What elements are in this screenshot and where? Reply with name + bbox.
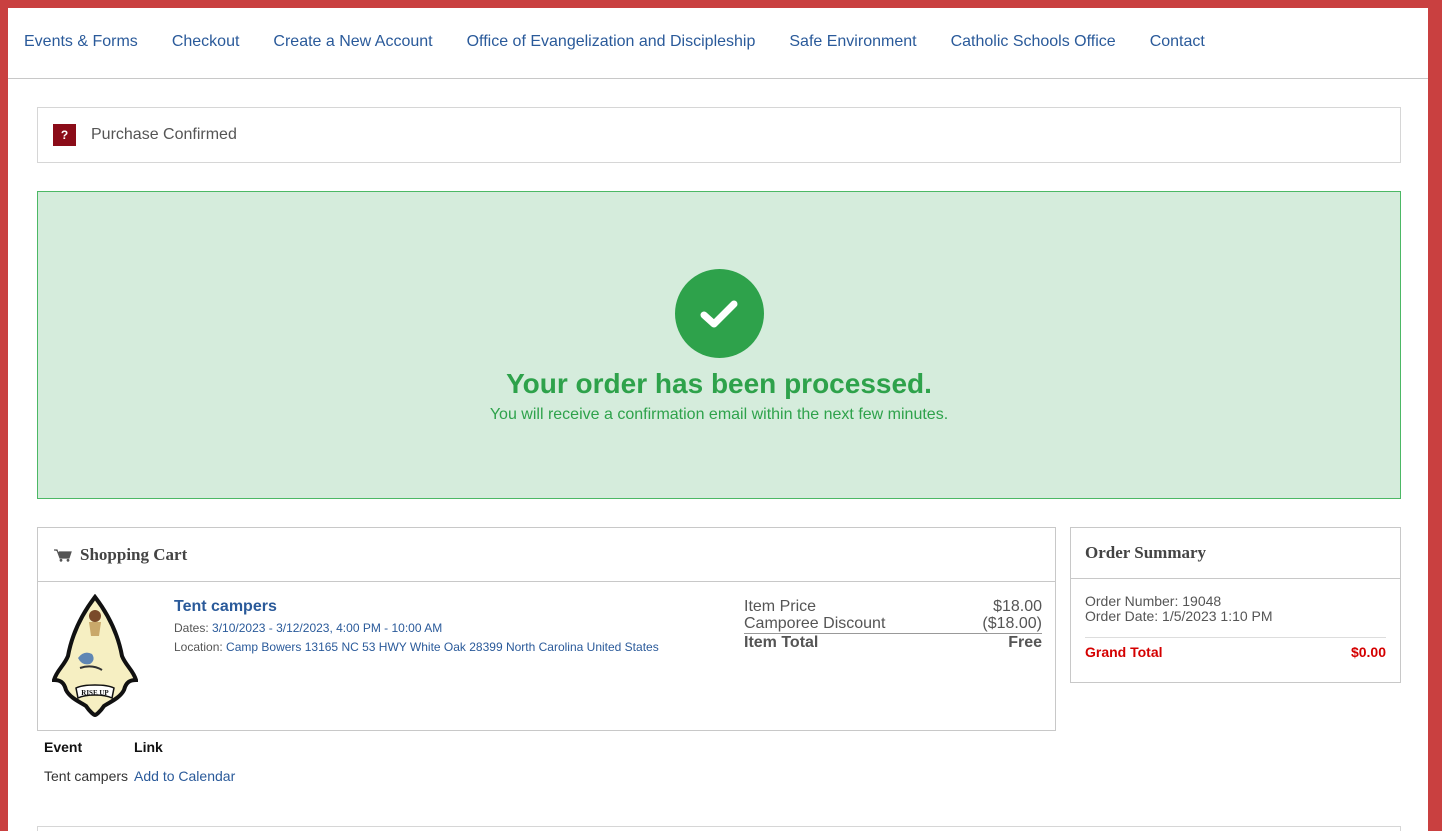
price-row-total: Item Total Free: [744, 634, 1042, 651]
item-location-value: Camp Bowers 13165 NC 53 HWY White Oak 28…: [226, 640, 659, 654]
nav-events-forms[interactable]: Events & Forms: [24, 33, 138, 51]
header-link: Link: [134, 739, 163, 755]
shopping-cart: Shopping Cart RISE UP Tent campers Dates…: [37, 527, 1056, 731]
header-event: Event: [44, 739, 83, 755]
item-total-value: Free: [1008, 634, 1042, 651]
item-prices: Item Price $18.00 Camporee Discount ($18…: [744, 598, 1042, 651]
item-price-label: Item Price: [744, 598, 817, 615]
cart-item: RISE UP Tent campers Dates: 3/10/2023 - …: [38, 582, 1055, 730]
order-date: Order Date: 1/5/2023 1:10 PM: [1085, 608, 1273, 624]
success-banner: Your order has been processed. You will …: [37, 191, 1401, 499]
item-total-label: Item Total: [744, 634, 819, 651]
nav-evangelization[interactable]: Office of Evangelization and Discipleshi…: [467, 33, 756, 51]
bottom-panel: [37, 826, 1401, 831]
link-cell: Add to Calendar: [134, 768, 241, 784]
price-row-item: Item Price $18.00: [744, 598, 1042, 615]
success-title: Your order has been processed.: [506, 368, 932, 399]
nav-contact[interactable]: Contact: [1150, 33, 1205, 51]
price-row-discount: Camporee Discount ($18.00): [744, 615, 1042, 634]
item-info: Tent campers Dates: 3/10/2023 - 3/12/202…: [174, 598, 714, 654]
nav-checkout[interactable]: Checkout: [172, 33, 240, 51]
page: Events & Forms Checkout Create a New Acc…: [8, 8, 1428, 831]
item-location-label: Location:: [174, 640, 223, 654]
cart-icon: [54, 548, 72, 562]
nav-safe-environment[interactable]: Safe Environment: [789, 33, 916, 51]
grand-total-label: Grand Total: [1085, 644, 1163, 660]
cart-title: Shopping Cart: [80, 544, 188, 564]
top-navigation: Events & Forms Checkout Create a New Acc…: [8, 8, 1428, 79]
add-to-calendar-link[interactable]: Add to Calendar: [134, 768, 235, 784]
grand-total-row: Grand Total $0.00: [1085, 637, 1386, 660]
nav-create-account[interactable]: Create a New Account: [273, 33, 432, 51]
item-dates-label: Dates:: [174, 621, 209, 635]
item-dates: Dates: 3/10/2023 - 3/12/2023, 4:00 PM - …: [174, 622, 714, 635]
logo-caption: RISE UP: [81, 689, 109, 697]
item-dates-value: 3/10/2023 - 3/12/2023, 4:00 PM - 10:00 A…: [212, 621, 443, 635]
grand-total-value: $0.00: [1350, 644, 1386, 660]
event-link-table: Event Link Tent campers Add to Calendar: [44, 739, 241, 784]
order-summary: Order Summary Order Number: 19048 Order …: [1070, 527, 1401, 683]
cart-header: Shopping Cart: [38, 528, 1055, 582]
order-summary-body: Order Number: 19048 Order Date: 1/5/2023…: [1071, 579, 1400, 660]
item-location: Location: Camp Bowers 13165 NC 53 HWY Wh…: [174, 641, 714, 654]
event-logo-image: RISE UP: [51, 593, 139, 718]
table-row: Tent campers Add to Calendar: [44, 768, 241, 784]
order-number: Order Number: 19048: [1085, 593, 1222, 609]
discount-value: ($18.00): [982, 615, 1042, 632]
order-summary-title: Order Summary: [1071, 528, 1400, 579]
breadcrumb-label: Purchase Confirmed: [91, 126, 237, 143]
item-price-value: $18.00: [993, 598, 1042, 615]
check-icon: [674, 269, 764, 358]
table-header-row: Event Link: [44, 739, 241, 768]
breadcrumb: ? Purchase Confirmed: [37, 107, 1401, 163]
help-icon[interactable]: ?: [53, 124, 76, 146]
discount-label: Camporee Discount: [744, 615, 886, 632]
nav-catholic-schools[interactable]: Catholic Schools Office: [951, 33, 1116, 51]
event-name-cell: Tent campers: [44, 768, 129, 784]
item-title-link[interactable]: Tent campers: [174, 598, 714, 616]
success-message: You will receive a confirmation email wi…: [489, 406, 949, 423]
